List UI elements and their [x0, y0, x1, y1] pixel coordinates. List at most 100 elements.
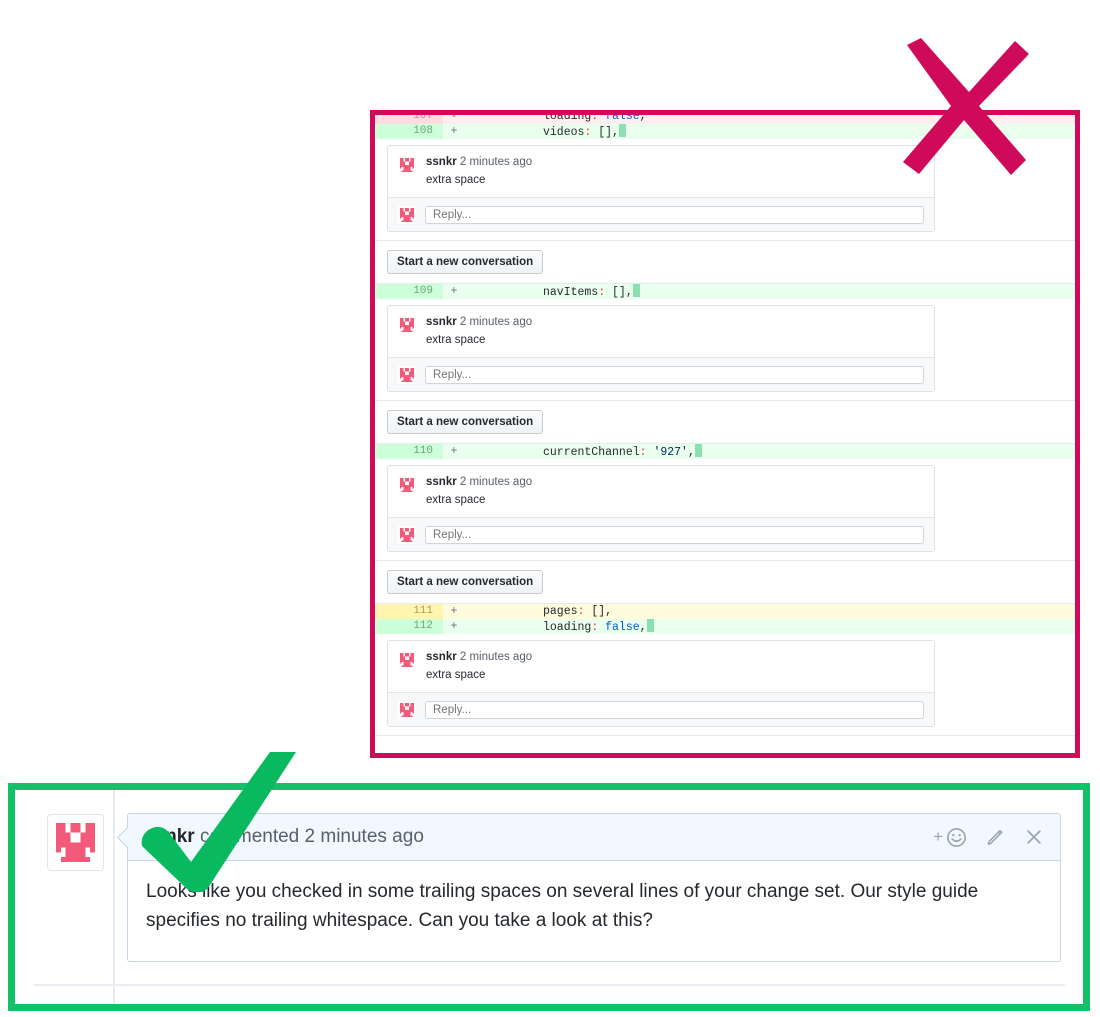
- diff-line-number: 107: [375, 115, 443, 124]
- reply-row: [388, 517, 934, 551]
- diff-line-code: loading: false,: [465, 115, 1075, 124]
- avatar[interactable]: [398, 651, 416, 669]
- code-token: '927': [653, 446, 688, 459]
- review-comment: ssnkr commented 2 minutes ago + Looks li…: [127, 813, 1061, 962]
- diff-line[interactable]: 108 + videos: [],: [375, 124, 1075, 139]
- comment-box: ssnkr 2 minutes ago extra space: [387, 640, 935, 727]
- divider: [33, 984, 1065, 986]
- code-token: [],: [591, 126, 619, 139]
- diff-line[interactable]: 111 + pages: [],: [375, 604, 1075, 619]
- comment-text: extra space: [426, 334, 486, 346]
- code-token: ,: [639, 115, 647, 123]
- identicon-icon: [398, 701, 416, 719]
- inline-comment-thread: ssnkr 2 minutes ago extra space: [375, 139, 1075, 241]
- add-reaction-button[interactable]: +: [933, 827, 967, 848]
- code-token: [],: [605, 286, 633, 299]
- close-icon[interactable]: [1024, 827, 1044, 847]
- code-token: ,: [639, 621, 647, 634]
- comment-body: Looks like you checked in some trailing …: [146, 881, 979, 931]
- trailing-space-marker: [618, 124, 626, 137]
- reply-input[interactable]: [425, 700, 924, 719]
- plus-icon: +: [933, 827, 943, 846]
- code-token: [],: [584, 605, 613, 618]
- comment-author[interactable]: ssnkr: [144, 826, 195, 847]
- pencil-icon[interactable]: [985, 827, 1006, 848]
- comment-action: commented: [194, 826, 305, 847]
- new-conversation-row: Start a new conversation: [375, 241, 1075, 284]
- diff-line-sign: -: [450, 115, 458, 123]
- new-conversation-row: Start a new conversation: [375, 401, 1075, 444]
- comment-box: ssnkr 2 minutes ago extra space: [387, 305, 935, 392]
- start-new-conversation-button[interactable]: Start a new conversation: [387, 410, 544, 434]
- diff-line-sign: +: [443, 124, 465, 139]
- identicon-icon: [398, 476, 416, 494]
- reply-input[interactable]: [425, 205, 924, 224]
- diff-line-code: loading: false,: [465, 619, 1075, 634]
- diff-line-code: pages: [],: [465, 604, 1075, 619]
- good-example-panel: ssnkr commented 2 minutes ago + Looks li…: [8, 783, 1090, 1011]
- code-token: videos: [543, 126, 585, 139]
- avatar[interactable]: [398, 366, 416, 384]
- comment-byline: ssnkr 2 minutes ago: [426, 316, 533, 328]
- avatar[interactable]: [398, 316, 416, 334]
- identicon-icon: [398, 526, 416, 544]
- avatar[interactable]: [398, 206, 416, 224]
- inline-comment-thread: ssnkr 2 minutes ago extra space: [375, 634, 1075, 736]
- reply-input[interactable]: [425, 525, 924, 544]
- code-token: false: [605, 621, 640, 634]
- code-token: loading: [543, 115, 592, 123]
- smiley-face-icon: [947, 827, 966, 847]
- diff-line-sign: +: [443, 604, 465, 619]
- diff-viewer[interactable]: 107- loading: false, 108 + videos: [], ssnkr …: [375, 115, 1075, 753]
- code-token: ,: [687, 446, 695, 459]
- code-token: pages: [543, 605, 578, 618]
- comment-content: ssnkr 2 minutes ago extra space: [388, 146, 934, 197]
- reply-row: [388, 197, 934, 231]
- comment-author[interactable]: ssnkr: [426, 476, 457, 488]
- comment-author[interactable]: ssnkr: [426, 651, 457, 663]
- identicon-icon: [398, 651, 416, 669]
- diff-line-number: 109: [375, 284, 443, 299]
- avatar[interactable]: [47, 814, 104, 871]
- diff-line[interactable]: 109 + navItems: [],: [375, 284, 1075, 299]
- identicon-icon: [398, 206, 416, 224]
- avatar[interactable]: [398, 701, 416, 719]
- inline-comment-thread: ssnkr 2 minutes ago extra space: [375, 459, 1075, 561]
- diff-line-code: currentChannel: '927',: [465, 444, 1075, 459]
- diff-line-number: 112: [375, 619, 443, 634]
- diff-line-sign: +: [443, 284, 465, 299]
- comment-byline: ssnkr commented 2 minutes ago: [144, 826, 424, 848]
- code-token: currentChannel: [543, 446, 640, 459]
- comment-content: ssnkr 2 minutes ago extra space: [388, 641, 934, 692]
- comment-byline: ssnkr 2 minutes ago: [426, 476, 533, 488]
- avatar[interactable]: [398, 156, 416, 174]
- diff-line-number: 108: [375, 124, 443, 139]
- start-new-conversation-button[interactable]: Start a new conversation: [387, 570, 544, 594]
- comment-author[interactable]: ssnkr: [426, 156, 457, 168]
- bad-example-panel: 107- loading: false, 108 + videos: [], ssnkr …: [370, 110, 1080, 758]
- comment-timestamp: 2 minutes ago: [304, 826, 424, 847]
- inline-comment-thread: ssnkr 2 minutes ago extra space: [375, 299, 1075, 401]
- identicon-icon: [398, 366, 416, 384]
- diff-line[interactable]: 112 + loading: false,: [375, 619, 1075, 634]
- reply-input[interactable]: [425, 365, 924, 384]
- diff-line[interactable]: 110 + currentChannel: '927',: [375, 444, 1075, 459]
- new-conversation-row: Start a new conversation: [375, 561, 1075, 604]
- diff-line-number: 110: [375, 444, 443, 459]
- identicon-icon: [51, 818, 100, 867]
- diff-line-code: videos: [],: [465, 124, 1075, 139]
- comment-byline: ssnkr 2 minutes ago: [426, 156, 533, 168]
- avatar[interactable]: [398, 526, 416, 544]
- start-new-conversation-button[interactable]: Start a new conversation: [387, 250, 544, 274]
- comment-header: ssnkr commented 2 minutes ago +: [128, 814, 1060, 861]
- diff-line[interactable]: 107- loading: false,: [375, 115, 1075, 124]
- comment-actions: +: [933, 827, 1044, 848]
- comment-text: extra space: [426, 669, 486, 681]
- identicon-icon: [398, 156, 416, 174]
- comment-author[interactable]: ssnkr: [426, 316, 457, 328]
- code-token: navItems: [543, 286, 599, 299]
- avatar[interactable]: [398, 476, 416, 494]
- comment-byline: ssnkr 2 minutes ago: [426, 651, 533, 663]
- diff-line-number: 111: [375, 604, 443, 619]
- comment-box: ssnkr 2 minutes ago extra space: [387, 145, 935, 232]
